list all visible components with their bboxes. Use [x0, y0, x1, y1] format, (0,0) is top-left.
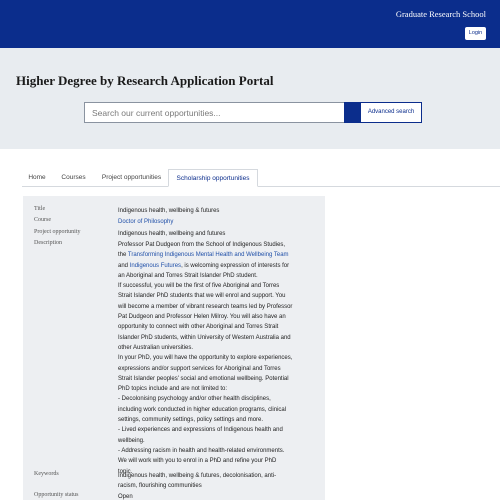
opportunity-details: Title Indigenous health, wellbeing & fut… — [23, 196, 325, 500]
description-line: - Lived experiences and expressions of I… — [118, 427, 283, 434]
description-line: In your PhD, you will have the opportuni… — [118, 355, 293, 362]
advanced-search-button[interactable]: Advanced search — [360, 102, 422, 123]
tab-scholarship-opportunities[interactable]: Scholarship opportunities — [168, 169, 258, 187]
title-label: Title — [34, 206, 46, 212]
keywords-label: Keywords — [34, 471, 59, 477]
description-line: an Aboriginal and Torres Strait Islander… — [118, 272, 258, 279]
tab-bar: Home Courses Project opportunities Schol… — [22, 169, 500, 187]
description-text: Professor Pat Dudgeon from the School of… — [118, 240, 318, 477]
tab-courses[interactable]: Courses — [55, 169, 92, 187]
description-line: including work conducted in higher educa… — [118, 406, 287, 413]
tab-home[interactable]: Home — [22, 169, 52, 187]
description-line: wellbeing. — [118, 437, 145, 444]
description-line: the Transforming Indigenous Mental Healt… — [118, 252, 289, 259]
site-name[interactable]: Graduate Research School — [396, 9, 486, 19]
page-title: Higher Degree by Research Application Po… — [16, 73, 274, 88]
top-nav-bar: Graduate Research School Login — [0, 0, 500, 48]
description-label: Description — [34, 240, 62, 246]
description-line: Professor Pat Dudgeon from the School of… — [118, 242, 286, 248]
search-button[interactable] — [344, 102, 360, 123]
hero-section: Higher Degree by Research Application Po… — [0, 48, 500, 149]
description-line: PhD topics include and are not limited t… — [118, 386, 228, 393]
description-line: Strait Islander PhD students that we wil… — [118, 293, 286, 300]
course-label: Course — [34, 217, 51, 223]
status-label: Opportunity status — [34, 492, 79, 498]
description-line: We will work with you to enrol in a PhD … — [118, 458, 277, 465]
course-link[interactable]: Doctor of Philosophy — [118, 217, 318, 227]
tab-project-opportunities[interactable]: Project opportunities — [95, 169, 168, 187]
keywords-value: Indigenous health, wellbeing & futures, … — [118, 473, 277, 490]
title-value: Indigenous health, wellbeing & futures — [118, 208, 220, 214]
description-line: Islander PhD students, within University… — [118, 334, 291, 341]
project-value: Indigenous health, wellbeing and futures — [118, 231, 226, 237]
description-line: Strait Islander peoples' social and emot… — [118, 375, 289, 382]
description-line: opportunity to connect with other Aborig… — [118, 324, 279, 331]
team-link[interactable]: Transforming Indigenous Mental Health an… — [128, 252, 289, 258]
login-button[interactable]: Login — [465, 27, 486, 40]
status-value: Open — [118, 494, 133, 500]
description-line: expressions and/or support services for … — [118, 365, 281, 372]
description-line: If successful, you will be the first of … — [118, 283, 280, 290]
search-input[interactable] — [84, 102, 345, 123]
description-line: will become a member of vibrant research… — [118, 303, 293, 310]
indigenous-futures-link[interactable]: Indigenous Futures — [130, 263, 181, 269]
description-line: - Addressing racism in health and health… — [118, 447, 285, 454]
description-line: settings, community settings, policy set… — [118, 417, 264, 424]
description-line: Pat Dudgeon and Professor Helen Milroy. … — [118, 314, 286, 321]
description-line: - Decolonising psychology and/or other h… — [118, 396, 271, 403]
description-line: other Australian universities. — [118, 344, 194, 351]
description-line: and Indigenous Futures, is welcoming exp… — [118, 262, 290, 269]
project-label: Project opportunity — [34, 229, 81, 235]
